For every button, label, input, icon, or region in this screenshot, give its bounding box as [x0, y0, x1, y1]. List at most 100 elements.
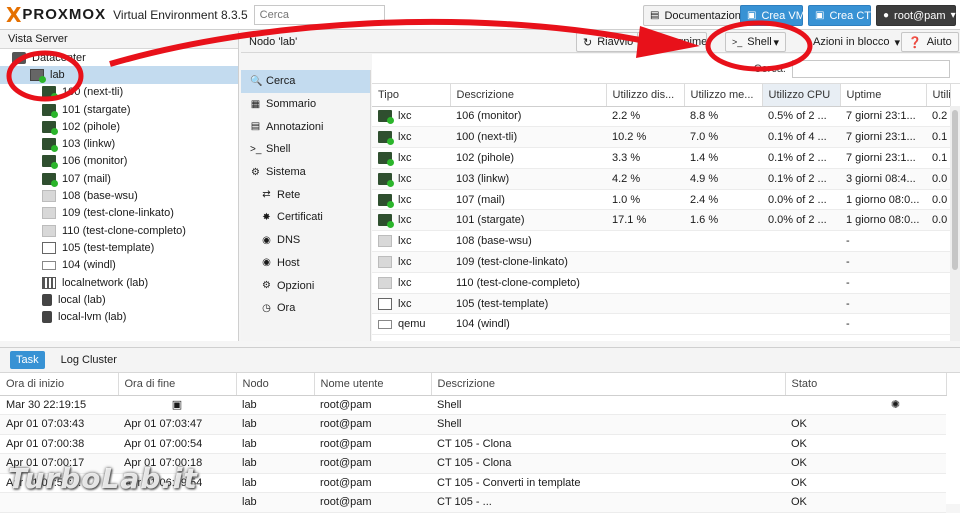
- table-row[interactable]: lxc 105 (test-template) -: [372, 293, 950, 315]
- tree-item-guest[interactable]: 109 (test-clone-linkato): [0, 205, 238, 222]
- nav-item-annotazioni[interactable]: ▤ Annotazioni: [241, 115, 370, 138]
- node-toolbar: Nodo 'lab' ↻ Riavvio ⏻ Spegnimento >_ Shell…: [241, 31, 960, 53]
- nav-item-dns[interactable]: ◉ DNS: [241, 229, 370, 252]
- table-row[interactable]: lxc 107 (mail) 1.0 % 2.4 % 0.0% of 2 ... 1 gi…: [372, 189, 950, 211]
- cell-desc: 102 (pihole): [450, 147, 606, 169]
- column-header[interactable]: Utilizzo dis...: [606, 84, 685, 107]
- tree-item-guest[interactable]: 110 (test-clone-completo): [0, 222, 238, 239]
- tree-item-guest[interactable]: 103 (linkw): [0, 135, 238, 153]
- task-column-header[interactable]: Nodo: [236, 373, 315, 396]
- nav-item-cerca[interactable]: 🔍 Cerca: [241, 70, 370, 93]
- tree-item-guest[interactable]: 104 (windl): [0, 257, 238, 274]
- task-column-header[interactable]: Descrizione: [431, 373, 786, 396]
- tree-item-guest[interactable]: 107 (mail): [0, 170, 238, 187]
- task-cell-node: lab: [236, 473, 314, 493]
- column-header[interactable]: Descrizione: [450, 84, 607, 107]
- server-view-selector[interactable]: Vista Server: [0, 31, 238, 49]
- table-row[interactable]: lxc 103 (linkw) 4.2 % 4.9 % 0.1% of 2 ... 3 g…: [372, 168, 950, 190]
- column-header[interactable]: Tipo: [372, 84, 451, 107]
- type-label: qemu: [398, 318, 426, 331]
- help-button[interactable]: ❓ Aiuto: [901, 32, 959, 52]
- tree-item-label: local-lvm (lab): [58, 311, 127, 324]
- bulk-actions-button[interactable]: Azioni in blocco ▾: [807, 32, 900, 52]
- shell-button[interactable]: >_ Shell ▾: [725, 32, 786, 52]
- nav-item-opzioni[interactable]: ⚙ Opzioni: [241, 274, 370, 297]
- tree-item-guest[interactable]: 100 (next-tli): [0, 84, 238, 101]
- table-row[interactable]: lxc 101 (stargate) 17.1 % 1.6 % 0.0% of 2 ..…: [372, 209, 950, 232]
- shell-label: Shell: [747, 36, 772, 48]
- cell-last: [926, 293, 950, 315]
- table-row[interactable]: lxc 110 (test-clone-completo) -: [372, 272, 950, 294]
- table-row[interactable]: lxc 100 (next-tli) 10.2 % 7.0 % 0.1% of 4 ..…: [372, 126, 950, 149]
- tree-item-guest[interactable]: local-lvm (lab): [0, 308, 238, 325]
- task-cell-start: Apr 01 07:00:38: [0, 434, 118, 454]
- nav-item-certificati[interactable]: ✸ Certificati: [241, 206, 370, 229]
- shutdown-button[interactable]: ⏻ Spegnimento: [637, 32, 707, 52]
- tree-item-label: 105 (test-template): [62, 241, 155, 254]
- nav-item-rete[interactable]: ⇄ Rete: [241, 183, 370, 206]
- tree-item-guest[interactable]: 105 (test-template): [0, 239, 238, 256]
- task-cell-user: root@pam: [314, 453, 431, 474]
- search-icon: 🔍: [250, 75, 263, 87]
- column-header[interactable]: Utilizzo me...: [684, 84, 763, 107]
- create-vm-button[interactable]: ▣ Crea VM: [740, 5, 805, 26]
- grid-scrollbar[interactable]: [950, 106, 960, 341]
- cell-mem: 7.0 %: [684, 126, 762, 149]
- documentation-button[interactable]: ▤ Documentazione: [643, 5, 755, 26]
- reboot-button[interactable]: ↻ Riavvio: [576, 32, 641, 52]
- column-header[interactable]: Utilizz: [926, 84, 951, 107]
- grid-search-input[interactable]: [792, 59, 950, 78]
- task-cell-status: OK: [785, 453, 946, 474]
- tree-item-datacenter[interactable]: Datacenter: [0, 49, 238, 66]
- tree-item-guest[interactable]: 106 (monitor): [0, 153, 238, 170]
- scrollbar-thumb[interactable]: [952, 110, 958, 270]
- nav-item-ora[interactable]: ◷ Ora: [241, 297, 370, 320]
- task-row[interactable]: Apr 01 07:03:43 Apr 01 07:03:47 lab root@pa…: [0, 414, 946, 435]
- global-search-input[interactable]: [253, 4, 385, 25]
- container-icon: [42, 172, 58, 187]
- task-cell-node: lab: [236, 395, 314, 415]
- nav-item-shell[interactable]: >_ Shell: [241, 138, 370, 161]
- user-menu-button[interactable]: ● root@pam ▾: [876, 5, 956, 26]
- task-row[interactable]: Apr 01 07:00:38 Apr 01 07:00:54 lab root@pa…: [0, 434, 946, 454]
- tab-task[interactable]: Task: [10, 351, 45, 369]
- tree-item-guest[interactable]: 108 (base-wsu): [0, 187, 238, 204]
- table-row[interactable]: qemu 104 (windl) -: [372, 313, 950, 336]
- task-cell-end: Apr 01 07:03:47: [118, 414, 236, 435]
- task-cell-user: root@pam: [314, 395, 431, 415]
- task-row[interactable]: lab root@pam CT 105 - ... OK: [0, 492, 946, 513]
- cell-desc: 107 (mail): [450, 189, 606, 211]
- proxmox-logo[interactable]: X PROXMOX: [6, 0, 106, 30]
- create-ct-button[interactable]: ▣ Crea CT: [808, 5, 871, 26]
- tree-item-guest[interactable]: localnetwork (lab): [0, 274, 238, 291]
- table-row[interactable]: lxc 102 (pihole) 3.3 % 1.4 % 0.1% of 2 ... 7 …: [372, 147, 950, 169]
- cell-desc: 104 (windl): [450, 313, 606, 336]
- tree-item-guest[interactable]: local (lab): [0, 291, 238, 308]
- table-row[interactable]: lxc 109 (test-clone-linkato) -: [372, 251, 950, 273]
- task-column-header[interactable]: Stato: [785, 373, 947, 396]
- cell-tipo: lxc: [372, 147, 450, 169]
- table-row[interactable]: lxc 106 (monitor) 2.2 % 8.8 % 0.5% of 2 ... 7…: [372, 106, 950, 128]
- tree-item-guest[interactable]: 102 (pihole): [0, 118, 238, 135]
- task-column-header[interactable]: Ora di fine: [118, 373, 237, 396]
- tree-item-guest[interactable]: 101 (stargate): [0, 101, 238, 118]
- task-column-header[interactable]: Nome utente: [314, 373, 432, 396]
- tree-item-node-lab[interactable]: lab: [0, 66, 238, 84]
- task-row[interactable]: Mar 30 22:19:15 ▣ lab root@pam Shell ✺: [0, 395, 946, 415]
- task-cell-user: root@pam: [314, 492, 431, 513]
- column-header[interactable]: Uptime: [840, 84, 927, 107]
- tab-cluster-log[interactable]: Log Cluster: [55, 351, 123, 369]
- container-icon: [378, 214, 394, 229]
- container-icon: [378, 235, 392, 248]
- column-header[interactable]: Utilizzo CPU: [762, 84, 841, 107]
- monitor-icon[interactable]: ▣: [124, 398, 230, 411]
- task-column-header[interactable]: Ora di inizio: [0, 373, 119, 396]
- nav-item-host[interactable]: ◉ Host: [241, 252, 370, 275]
- user-label: root@pam: [894, 9, 946, 22]
- cell-mem: 2.4 %: [684, 189, 762, 211]
- cell-cpu: [762, 293, 840, 315]
- nav-item-sistema[interactable]: ⚙ Sistema: [241, 161, 370, 184]
- table-row[interactable]: lxc 108 (base-wsu) -: [372, 230, 950, 253]
- cell-cpu: 0.0% of 2 ...: [762, 189, 840, 211]
- nav-item-sommario[interactable]: ▦ Sommario: [241, 93, 370, 116]
